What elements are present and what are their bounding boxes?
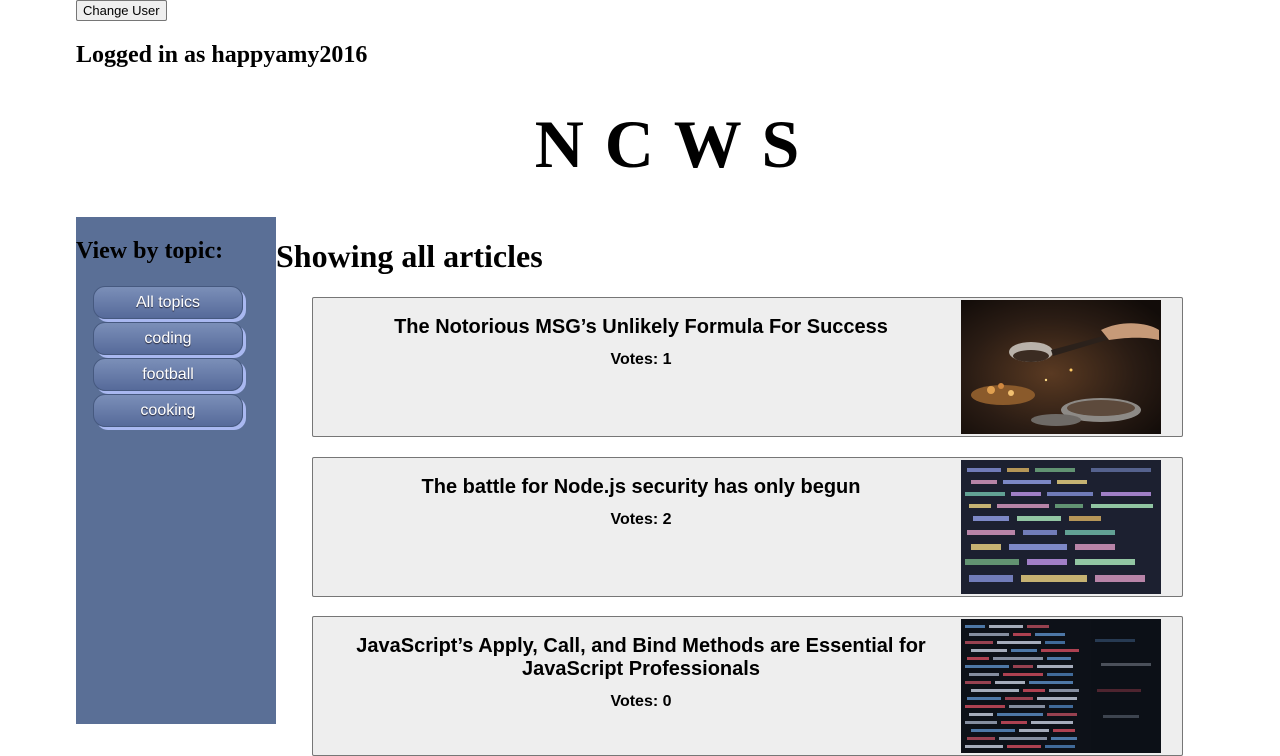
article-title[interactable]: JavaScript’s Apply, Call, and Bind Metho… bbox=[313, 635, 969, 681]
sidebar-heading: View by topic: bbox=[76, 238, 224, 264]
article-image-code bbox=[961, 460, 1161, 594]
topic-button-all[interactable]: All topics bbox=[93, 286, 243, 319]
article-title[interactable]: The Notorious MSG’s Unlikely Formula For… bbox=[313, 316, 969, 339]
change-user-button[interactable]: Change User bbox=[76, 0, 167, 21]
article-title[interactable]: The battle for Node.js security has only… bbox=[313, 476, 969, 499]
article-card[interactable]: The battle for Node.js security has only… bbox=[312, 457, 1183, 597]
page-title: Showing all articles bbox=[276, 238, 543, 274]
article-text: The battle for Node.js security has only… bbox=[313, 476, 969, 529]
topic-sidebar: View by topic: All topics coding footbal… bbox=[76, 217, 276, 724]
article-card[interactable]: JavaScript’s Apply, Call, and Bind Metho… bbox=[312, 616, 1183, 756]
topic-button-cooking[interactable]: cooking bbox=[93, 394, 243, 427]
page: Change User Logged in as happyamy2016 N … bbox=[76, 0, 1183, 756]
logged-in-status: Logged in as happyamy2016 bbox=[76, 42, 368, 68]
article-card[interactable]: The Notorious MSG’s Unlikely Formula For… bbox=[312, 297, 1183, 437]
article-votes: Votes: 2 bbox=[610, 511, 672, 528]
topic-button-coding[interactable]: coding bbox=[93, 322, 243, 355]
article-list-section: Showing all articles The Notorious MSG’s… bbox=[276, 217, 1183, 756]
article-votes: Votes: 0 bbox=[610, 693, 672, 710]
article-text: The Notorious MSG’s Unlikely Formula For… bbox=[313, 316, 969, 369]
article-text: JavaScript’s Apply, Call, and Bind Metho… bbox=[313, 635, 969, 711]
topic-list: All topics coding football cooking bbox=[93, 286, 245, 430]
topic-button-football[interactable]: football bbox=[93, 358, 243, 391]
article-image-cooking bbox=[961, 300, 1161, 434]
site-logo: N C W S bbox=[534, 106, 802, 182]
article-votes: Votes: 1 bbox=[610, 351, 672, 368]
article-image-code-dark bbox=[961, 619, 1161, 753]
